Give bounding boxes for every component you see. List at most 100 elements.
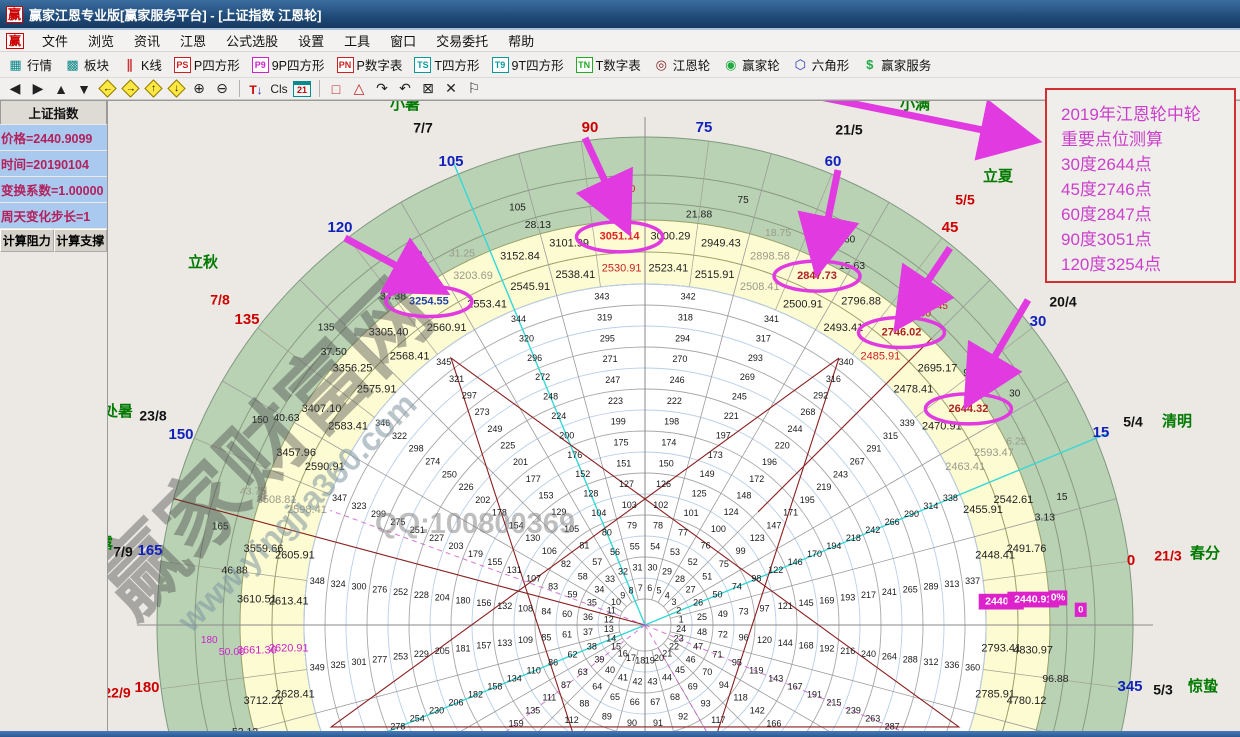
svg-text:341: 341 <box>764 314 779 324</box>
svg-text:201: 201 <box>513 457 528 467</box>
tool-down-button[interactable]: ▼ <box>73 79 95 98</box>
svg-text:50: 50 <box>713 589 723 599</box>
svg-text:3051.14: 3051.14 <box>600 231 641 243</box>
tool-rotate-ccw-button[interactable]: ↶ <box>394 79 416 98</box>
svg-text:202: 202 <box>475 495 490 505</box>
tool-pan-up-button[interactable]: ↑ <box>142 79 164 98</box>
svg-text:0: 0 <box>1078 604 1083 615</box>
tool-t-down-button[interactable]: T↓ <box>245 79 267 98</box>
wheel-outer-label: 15 <box>1093 424 1110 441</box>
menu-item-5[interactable]: 设置 <box>288 29 334 52</box>
toolbar-button-t-table[interactable]: TNT数字表 <box>573 54 644 75</box>
tool-collapse-button[interactable]: ✕ <box>440 79 462 98</box>
toolbar-button-t-square[interactable]: TST四方形 <box>411 54 482 75</box>
svg-text:26: 26 <box>693 597 703 607</box>
t-square-label: T四方形 <box>434 55 479 74</box>
calc-resistance-button[interactable]: 计算阻力 <box>0 229 54 252</box>
tool-zoom-in-button[interactable]: ⊕ <box>188 79 210 98</box>
svg-text:274: 274 <box>425 457 440 467</box>
annotation-line: 120度3254点 <box>1061 252 1234 277</box>
svg-text:197: 197 <box>716 430 731 440</box>
tool-up-button[interactable]: ▲ <box>50 79 72 98</box>
svg-text:49: 49 <box>718 609 728 619</box>
toolbar-button-9t-square[interactable]: T99T四方形 <box>489 54 567 75</box>
menu-item-2[interactable]: 资讯 <box>124 29 170 52</box>
svg-text:97: 97 <box>759 604 769 614</box>
tool-forward-button[interactable]: ▶ <box>27 79 49 98</box>
wheel-outer-label: 105 <box>438 153 463 170</box>
svg-text:263: 263 <box>865 714 880 724</box>
svg-text:277: 277 <box>372 654 387 664</box>
svg-text:269: 269 <box>740 372 755 382</box>
tool-rect-tool-button[interactable]: □ <box>325 79 347 98</box>
tool-calendar-button[interactable]: 21 <box>291 79 313 98</box>
toolbar-button-quotes[interactable]: ▦行情 <box>4 54 55 75</box>
svg-text:315: 315 <box>883 431 898 441</box>
toolbar-button-hexagon[interactable]: ⬡六角形 <box>789 54 853 75</box>
svg-text:295: 295 <box>600 333 615 343</box>
toolbar-button-winner-service[interactable]: $赢家服务 <box>858 54 934 75</box>
svg-text:268: 268 <box>800 407 815 417</box>
toolbar-button-gann-wheel[interactable]: ◎江恩轮 <box>650 54 714 75</box>
tool-flag-button[interactable]: ⚐ <box>463 79 485 98</box>
svg-text:166: 166 <box>766 718 781 728</box>
t-square-icon: TS <box>414 57 431 73</box>
svg-text:135: 135 <box>525 706 540 716</box>
tool-pan-down-button[interactable]: ↓ <box>165 79 187 98</box>
svg-text:180: 180 <box>201 635 218 646</box>
menu-item-8[interactable]: 交易委托 <box>426 29 498 52</box>
tool-rotate-cw-button[interactable]: ↷ <box>371 79 393 98</box>
menu-item-7[interactable]: 窗口 <box>380 29 426 52</box>
svg-text:2491.76: 2491.76 <box>1007 543 1047 555</box>
svg-text:216: 216 <box>840 646 855 656</box>
annotation-line: 2019年江恩轮中轮 <box>1061 102 1234 127</box>
svg-text:44: 44 <box>662 672 672 682</box>
menu-item-0[interactable]: 文件 <box>32 29 78 52</box>
svg-text:169: 169 <box>819 595 834 605</box>
svg-text:291: 291 <box>866 444 881 454</box>
svg-text:126: 126 <box>656 479 671 489</box>
calc-support-button[interactable]: 计算支撑 <box>54 229 108 252</box>
window-title: 赢家江恩专业版[赢家服务平台] - [上证指数 江恩轮] <box>29 5 321 24</box>
toolbar-button-kline[interactable]: ∥K线 <box>118 54 165 75</box>
tool-pan-left-button[interactable]: ← <box>96 79 118 98</box>
menu-item-9[interactable]: 帮助 <box>498 29 544 52</box>
svg-text:101: 101 <box>684 508 699 518</box>
tool-delete-box-button[interactable]: ⊠ <box>417 79 439 98</box>
svg-text:98: 98 <box>751 573 761 583</box>
svg-text:152: 152 <box>575 469 590 479</box>
toolbar-button-p-table[interactable]: PNP数字表 <box>334 54 406 75</box>
tool-triangle-tool-button[interactable]: △ <box>348 79 370 98</box>
toolbar-button-sectors[interactable]: ▩板块 <box>61 54 112 75</box>
svg-text:51: 51 <box>702 572 712 582</box>
menu-item-1[interactable]: 浏览 <box>78 29 124 52</box>
svg-text:91: 91 <box>653 718 663 728</box>
svg-text:2515.91: 2515.91 <box>695 269 735 281</box>
svg-text:2796.88: 2796.88 <box>841 295 881 307</box>
menu-item-4[interactable]: 公式选股 <box>216 29 288 52</box>
svg-text:252: 252 <box>393 587 408 597</box>
svg-text:229: 229 <box>414 649 429 659</box>
toolbar-button-winner-wheel[interactable]: ◉赢家轮 <box>719 54 783 75</box>
svg-text:85: 85 <box>541 632 551 642</box>
menu-item-6[interactable]: 工具 <box>334 29 380 52</box>
svg-text:134: 134 <box>507 674 522 684</box>
svg-text:170: 170 <box>807 549 822 559</box>
svg-text:224: 224 <box>551 411 566 421</box>
tool-zoom-out-button[interactable]: ⊖ <box>211 79 233 98</box>
menu-item-3[interactable]: 江恩 <box>170 29 216 52</box>
svg-text:3203.69: 3203.69 <box>453 270 493 282</box>
winner-wheel-icon: ◉ <box>722 57 739 73</box>
toolbar-button-p-square[interactable]: PSP四方形 <box>171 54 243 75</box>
tool-pan-right-button[interactable]: → <box>119 79 141 98</box>
svg-text:222: 222 <box>667 396 682 406</box>
svg-text:70: 70 <box>702 667 712 677</box>
tool-back-button[interactable]: ◀ <box>4 79 26 98</box>
svg-text:122: 122 <box>768 565 783 575</box>
tool-cls-button[interactable]: Cls <box>268 79 290 98</box>
svg-text:343: 343 <box>594 292 609 302</box>
toolbar-button-9p-square[interactable]: P99P四方形 <box>249 54 328 75</box>
wheel-outer-label: 7/7 <box>413 120 433 136</box>
svg-text:3610.51: 3610.51 <box>237 593 277 605</box>
quotes-label: 行情 <box>27 55 52 74</box>
